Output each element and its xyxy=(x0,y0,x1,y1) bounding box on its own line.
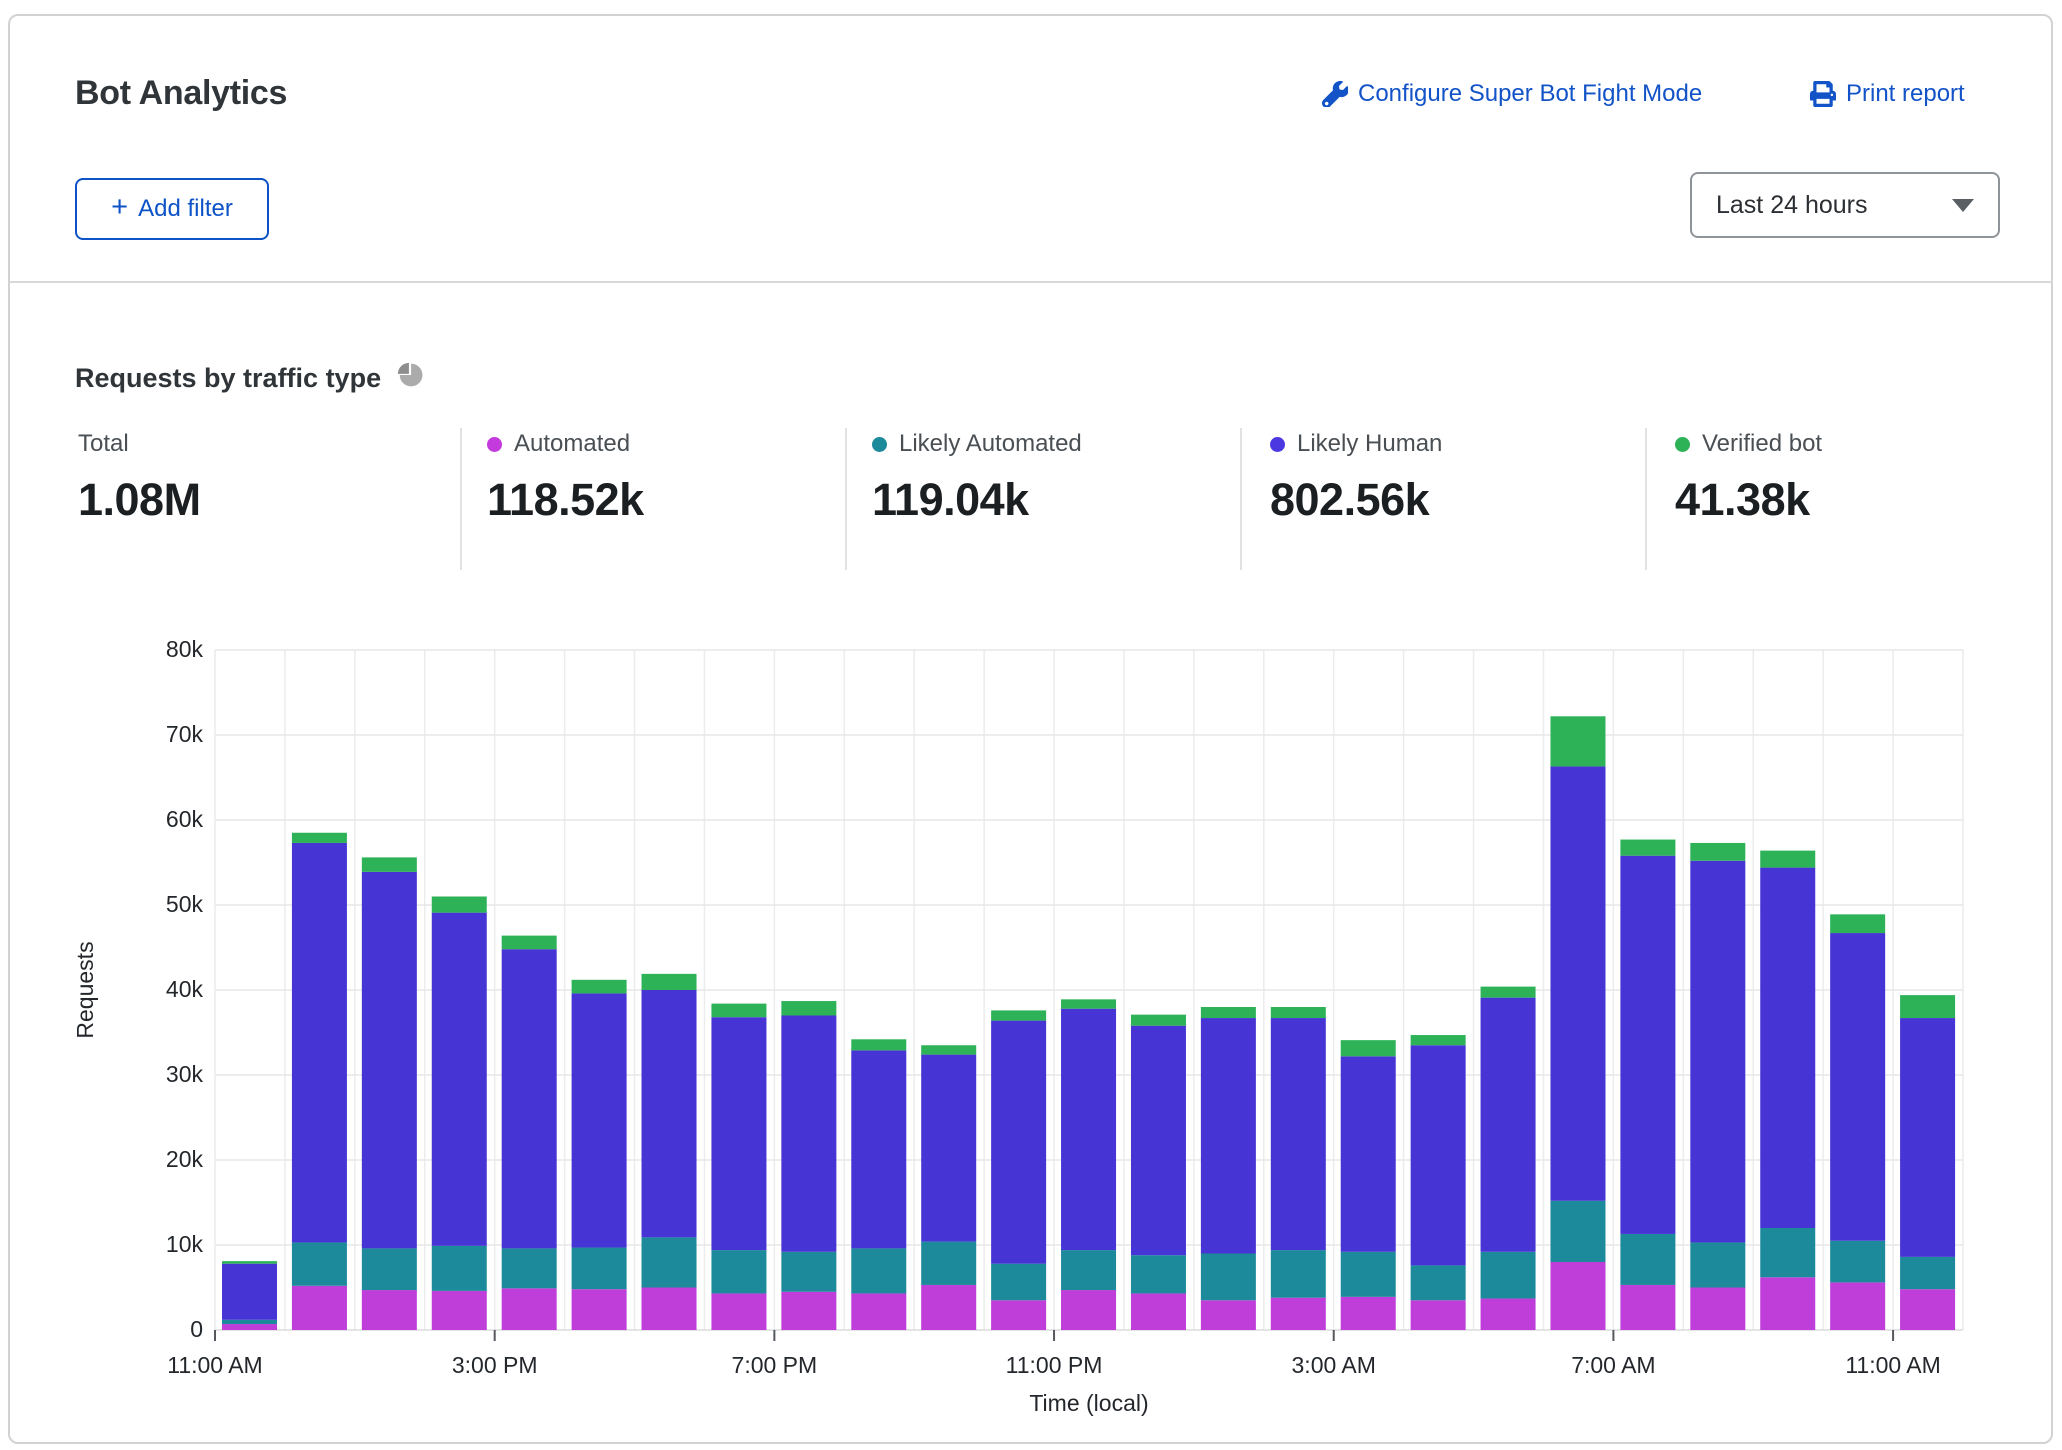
y-tick-label: 10k xyxy=(165,1231,203,1257)
time-range-select[interactable]: Last 24 hours xyxy=(1690,172,2000,238)
x-tick-label: 7:00 AM xyxy=(1571,1352,1656,1378)
stat-divider xyxy=(460,428,462,570)
x-tick-label: 11:00 AM xyxy=(167,1352,263,1378)
pie-chart-icon xyxy=(397,362,423,395)
stat-divider xyxy=(1240,428,1242,570)
chevron-down-icon xyxy=(1952,198,1974,212)
x-tick-label: 7:00 PM xyxy=(731,1352,818,1378)
stat-likely-automated-value: 119.04k xyxy=(872,474,1029,525)
y-tick-label: 70k xyxy=(165,721,203,747)
section-title: Requests by traffic type xyxy=(75,363,382,393)
print-report-link[interactable]: Print report xyxy=(1810,80,1965,108)
stat-verified-bot-label: Verified bot xyxy=(1702,430,1823,457)
x-tick-label: 11:00 AM xyxy=(1845,1352,1941,1378)
stat-total: Total 1.08M xyxy=(78,430,201,526)
print-link-label: Print report xyxy=(1846,80,1965,107)
y-tick-label: 20k xyxy=(165,1146,203,1172)
stat-divider xyxy=(845,428,847,570)
stat-automated-value: 118.52k xyxy=(487,474,644,525)
likely-human-dot xyxy=(1270,436,1285,452)
stat-likely-human-label: Likely Human xyxy=(1297,430,1443,457)
add-filter-button[interactable]: + Add filter xyxy=(75,178,269,240)
stat-likely-automated: Likely Automated 119.04k xyxy=(872,430,1082,526)
likely-automated-dot xyxy=(872,436,887,452)
y-tick-label: 30k xyxy=(165,1061,203,1087)
y-tick-label: 50k xyxy=(165,891,203,917)
printer-icon xyxy=(1810,81,1836,107)
stat-automated: Automated 118.52k xyxy=(487,430,644,526)
x-axis-title: Time (local) xyxy=(1029,1390,1149,1416)
automated-dot xyxy=(487,436,502,452)
stat-automated-label: Automated xyxy=(514,430,631,457)
stat-likely-automated-label: Likely Automated xyxy=(899,430,1082,457)
x-tick-label: 3:00 PM xyxy=(451,1352,538,1378)
time-range-value: Last 24 hours xyxy=(1716,190,1868,219)
page-title: Bot Analytics xyxy=(75,74,288,112)
x-tick-label: 11:00 PM xyxy=(1005,1352,1103,1378)
y-tick-label: 80k xyxy=(165,636,203,662)
y-tick-label: 0 xyxy=(190,1316,203,1342)
x-tick-label: 3:00 AM xyxy=(1291,1352,1376,1378)
stat-verified-bot-value: 41.38k xyxy=(1675,474,1810,525)
y-tick-label: 60k xyxy=(165,806,203,832)
configure-link-label: Configure Super Bot Fight Mode xyxy=(1358,80,1703,107)
stat-total-label: Total xyxy=(78,430,129,457)
y-axis-title: Requests xyxy=(72,941,98,1039)
wrench-icon xyxy=(1322,81,1348,107)
stat-likely-human: Likely Human 802.56k xyxy=(1270,430,1442,526)
stat-likely-human-value: 802.56k xyxy=(1270,474,1430,525)
add-filter-label: Add filter xyxy=(138,195,233,222)
plus-icon: + xyxy=(111,191,129,223)
stat-verified-bot: Verified bot 41.38k xyxy=(1675,430,1822,526)
configure-super-bot-fight-mode-link[interactable]: Configure Super Bot Fight Mode xyxy=(1322,80,1702,108)
stat-divider xyxy=(1645,428,1647,570)
stat-total-value: 1.08M xyxy=(78,474,201,525)
verified-bot-dot xyxy=(1675,436,1690,452)
section-title-row: Requests by traffic type xyxy=(75,362,423,395)
header-divider xyxy=(9,281,2053,283)
